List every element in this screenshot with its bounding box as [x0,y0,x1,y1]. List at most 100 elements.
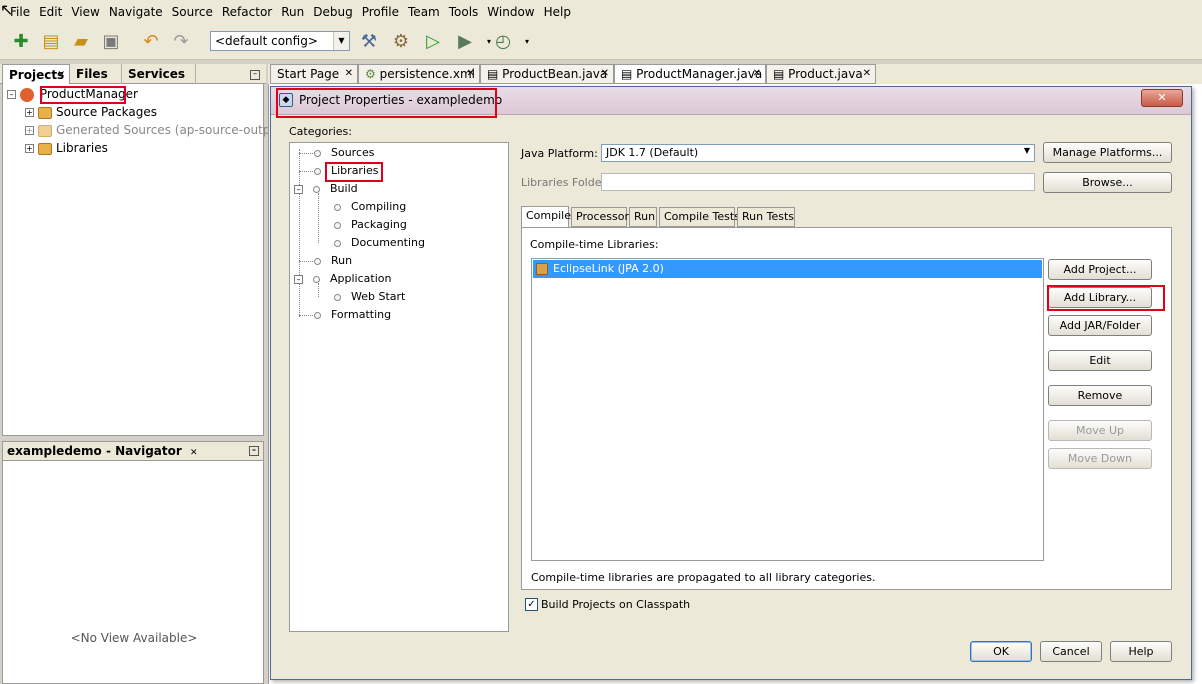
tree-line [318,193,319,243]
editor-tab-active[interactable]: ▤ ProductManager.java ✕ [614,64,766,84]
config-select[interactable]: <default config> ▼ [210,31,350,51]
close-button[interactable]: ✕ [1141,89,1183,107]
open-project-icon[interactable]: ▰ [68,28,94,54]
ok-button[interactable]: OK [970,641,1032,662]
tab-files[interactable]: Files [70,64,122,84]
move-up-button[interactable]: Move Up [1048,420,1152,441]
menu-debug[interactable]: Debug [313,5,352,19]
expand-icon[interactable]: + [25,126,34,135]
new-project-icon[interactable]: ▤ [38,28,64,54]
tree-root-label: ProductManager [39,87,138,101]
collapse-icon[interactable]: – [7,90,16,99]
compile-libraries-list[interactable]: EclipseLink (JPA 2.0) [531,258,1044,561]
list-item-selected[interactable]: EclipseLink (JPA 2.0) [533,260,1042,278]
editor-tab[interactable]: ▤ ProductBean.java ✕ [480,64,614,84]
run-icon[interactable]: ▷ [420,28,446,54]
category-build[interactable]: – Build [294,181,358,197]
category-documenting[interactable]: Documenting [334,235,425,251]
category-sources[interactable]: Sources [314,145,375,161]
tree-line [299,261,315,262]
category-packaging[interactable]: Packaging [334,217,407,233]
category-label: Packaging [351,218,407,231]
collapse-icon[interactable]: – [294,184,303,194]
xml-file-icon: ⚙ [365,67,376,81]
tree-item-libraries[interactable]: + Libraries [25,139,108,157]
category-application[interactable]: – Application [294,271,391,287]
redo-icon[interactable]: ↷ [168,28,194,54]
close-icon[interactable]: ✕ [190,448,198,458]
menu-team[interactable]: Team [408,5,440,19]
tab-services[interactable]: Services [122,64,196,84]
minimize-icon[interactable]: – [249,446,259,456]
libraries-folder-input[interactable] [601,173,1035,191]
close-icon[interactable]: ✕ [57,65,65,85]
menu-source[interactable]: Source [172,5,213,19]
tab-run[interactable]: Run [629,207,657,227]
dialog-title: Project Properties - exampledemo [299,93,503,107]
editor-tab-label: ProductManager.java [636,67,763,81]
minimize-icon[interactable]: – [250,70,260,80]
menu-help[interactable]: Help [544,5,571,19]
category-compiling[interactable]: Compiling [334,199,406,215]
category-label: Formatting [331,308,392,321]
undo-icon[interactable]: ↶ [138,28,164,54]
tab-run-tests[interactable]: Run Tests [737,207,795,227]
remove-button[interactable]: Remove [1048,385,1152,406]
tab-compile[interactable]: Compile [521,206,571,227]
close-icon[interactable]: ✕ [601,65,609,83]
tree-item-source-packages[interactable]: + Source Packages [25,103,157,121]
category-web-start[interactable]: Web Start [334,289,405,305]
profile-dropdown-icon[interactable]: ▾ [514,28,540,54]
close-icon[interactable]: ✕ [467,65,475,83]
editor-tab[interactable]: ⚙ persistence.xml ✕ [358,64,480,84]
menu-refactor[interactable]: Refactor [222,5,272,19]
category-label: Web Start [351,290,406,303]
add-jar-folder-button[interactable]: Add JAR/Folder [1048,315,1152,336]
node-dot-icon [314,149,321,157]
editor-tab[interactable]: Start Page ✕ [270,64,358,84]
tab-processor[interactable]: Processor [571,207,629,227]
library-item-label: EclipseLink (JPA 2.0) [553,262,664,275]
category-formatting[interactable]: Formatting [314,307,391,323]
help-button[interactable]: Help [1110,641,1172,662]
collapse-icon[interactable]: – [294,274,303,284]
tab-projects[interactable]: Projects ✕ [2,64,70,84]
cancel-button[interactable]: Cancel [1040,641,1102,662]
build-on-classpath-checkbox[interactable]: ✓ [525,598,538,611]
java-platform-select[interactable]: JDK 1.7 (Default) ▼ [601,144,1035,162]
expand-icon[interactable]: + [25,108,34,117]
package-folder-icon [38,106,52,119]
close-icon[interactable]: ✕ [345,65,353,83]
category-run[interactable]: Run [314,253,352,269]
add-project-button[interactable]: Add Project... [1048,259,1152,280]
menu-window[interactable]: Window [487,5,534,19]
new-file-icon[interactable]: ✚ [8,28,34,54]
save-all-icon[interactable]: ▣ [98,28,124,54]
profile-icon[interactable]: ◴ [490,28,516,54]
debug-icon[interactable]: ▶ [452,28,478,54]
manage-platforms-button[interactable]: Manage Platforms... [1043,142,1172,163]
menu-run[interactable]: Run [281,5,304,19]
editor-tab[interactable]: ▤ Product.java ✕ [766,64,876,84]
edit-button[interactable]: Edit [1048,350,1152,371]
build-hammer-icon[interactable]: ⚒ [356,28,382,54]
menu-tools[interactable]: Tools [449,5,479,19]
menu-navigate[interactable]: Navigate [109,5,163,19]
add-library-button[interactable]: Add Library... [1048,287,1152,308]
menu-edit[interactable]: Edit [39,5,62,19]
close-icon[interactable]: ✕ [863,65,871,83]
propagation-note: Compile-time libraries are propagated to… [531,571,876,584]
tree-item-root[interactable]: – ProductManager [7,85,138,103]
tree-item-generated-sources[interactable]: + Generated Sources (ap-source-output) [25,121,287,139]
menu-view[interactable]: View [71,5,99,19]
category-libraries[interactable]: Libraries [314,163,379,179]
node-dot-icon [313,185,320,193]
move-down-button[interactable]: Move Down [1048,448,1152,469]
close-icon[interactable]: ✕ [753,65,761,83]
expand-icon[interactable]: + [25,144,34,153]
tree-line [299,171,315,172]
tab-compile-tests[interactable]: Compile Tests [659,207,740,227]
clean-build-icon[interactable]: ⚙ [388,28,414,54]
menu-profile[interactable]: Profile [362,5,399,19]
browse-button[interactable]: Browse... [1043,172,1172,193]
